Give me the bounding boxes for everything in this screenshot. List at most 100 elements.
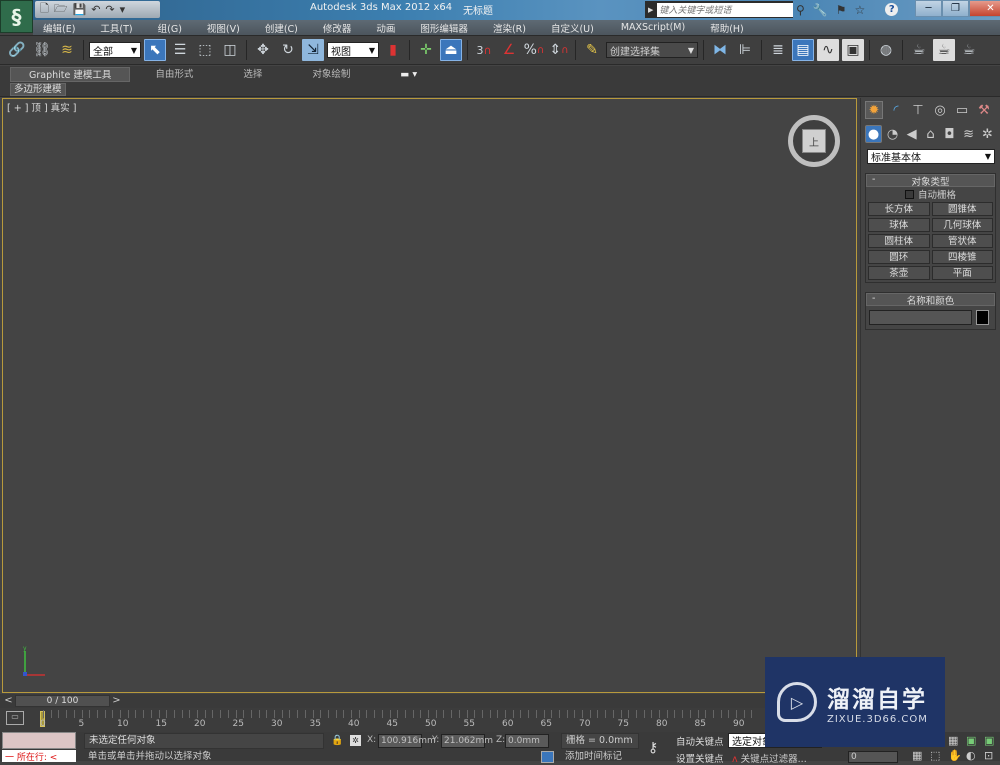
align-icon[interactable]: ⊫ xyxy=(734,39,756,61)
z-coordinate-field[interactable]: 0.0mm xyxy=(505,734,549,748)
rotate-icon[interactable]: ↻ xyxy=(277,39,299,61)
track-bar[interactable]: ▭ 0 5 10 15 20 25 30 35 40 45 50 55 60 65 70 75 80 85 90 xyxy=(0,708,765,732)
redo-icon[interactable]: ↷ xyxy=(105,3,114,16)
save-icon[interactable]: 💾 xyxy=(73,3,87,16)
orbit-icon[interactable]: ◐ xyxy=(966,749,976,762)
new-file-icon[interactable]: 🗋 xyxy=(40,0,49,19)
add-time-tag[interactable]: 添加时间标记 xyxy=(561,751,639,763)
x-coordinate-field[interactable]: 100.916mm xyxy=(378,734,436,748)
utilities-tab-icon[interactable]: ⚒ xyxy=(975,101,993,119)
ribbon-options-icon[interactable]: ▬ ▾ xyxy=(375,67,442,82)
material-editor-icon[interactable]: ◍ xyxy=(875,39,897,61)
plane-button[interactable]: 平面 xyxy=(931,266,993,280)
zoom-extents-selected-icon[interactable]: ▣ xyxy=(984,734,994,747)
object-color-swatch[interactable] xyxy=(976,310,989,325)
percent-snap-icon[interactable]: % ∩ xyxy=(523,39,545,61)
time-slider-thumb[interactable]: 0 / 100 xyxy=(15,695,110,707)
viewcube[interactable]: 上 xyxy=(788,115,840,167)
cylinder-button[interactable]: 圆柱体 xyxy=(868,234,930,248)
tab-selection[interactable]: 选择 xyxy=(218,67,287,82)
selection-lock-icon[interactable]: 🔒 xyxy=(331,735,343,746)
render-setup-icon[interactable]: ☕ xyxy=(908,39,930,61)
tab-graphite-modeling[interactable]: Graphite 建模工具 xyxy=(10,66,131,82)
lights-icon[interactable]: ◀ xyxy=(903,125,920,143)
rectangular-selection-icon[interactable]: ⬚ xyxy=(194,39,216,61)
y-coordinate-field[interactable]: 21.062mm xyxy=(441,734,493,748)
satellite-icon[interactable]: ⚑ xyxy=(836,3,847,17)
menu-edit[interactable]: 编辑(E) xyxy=(33,21,90,35)
graphite-toggle-icon[interactable]: ▤ xyxy=(792,39,814,61)
torus-button[interactable]: 圆环 xyxy=(868,250,930,264)
spinner-snap-icon[interactable]: ⇕ ∩ xyxy=(548,39,570,61)
rendered-frame-window-icon[interactable]: ☕ xyxy=(933,39,955,61)
menu-tools[interactable]: 工具(T) xyxy=(90,21,147,35)
selection-filter-dropdown[interactable]: 全部 ▼ xyxy=(89,42,141,58)
zoom-extents-all-icon[interactable]: ▣ xyxy=(966,734,976,747)
window-crossing-icon[interactable]: ◫ xyxy=(219,39,241,61)
viewport-label[interactable]: [ + ] 顶 ] 真实 ] xyxy=(7,100,76,114)
time-tag-icon[interactable] xyxy=(541,751,554,763)
cameras-icon[interactable]: ⌂ xyxy=(922,125,939,143)
set-key-button[interactable]: 设置关键点 xyxy=(676,751,724,765)
select-object-icon[interactable]: ⬉ xyxy=(144,39,166,61)
zoom-extents-icon[interactable]: ▦ xyxy=(912,749,922,762)
tab-object-paint[interactable]: 对象绘制 xyxy=(287,67,375,82)
object-name-input[interactable] xyxy=(869,310,972,325)
schematic-view-icon[interactable]: ▣ xyxy=(842,39,864,61)
keyboard-shortcut-override-icon[interactable]: ⏏ xyxy=(440,39,462,61)
binoculars-icon[interactable]: ⚲ xyxy=(796,3,805,17)
hierarchy-tab-icon[interactable]: ⊤ xyxy=(909,101,927,119)
pan-view-icon[interactable]: ✋ xyxy=(948,749,962,762)
pivot-center-icon[interactable]: ▮ xyxy=(382,39,404,61)
tab-freeform[interactable]: 自由形式 xyxy=(130,67,218,82)
menu-rendering[interactable]: 渲染(R) xyxy=(483,21,541,35)
viewcube-top-face[interactable]: 上 xyxy=(802,129,826,153)
customize-qat-icon[interactable]: ▾ xyxy=(120,3,126,16)
mini-curve-editor-icon[interactable]: ▭ xyxy=(6,711,24,725)
time-slider-next-button[interactable]: > xyxy=(110,695,123,707)
geosphere-button[interactable]: 几何球体 xyxy=(931,218,993,232)
curve-editor-icon[interactable]: ∿ xyxy=(817,39,839,61)
render-production-icon[interactable]: ☕ xyxy=(958,39,980,61)
close-button[interactable]: ✕ xyxy=(969,0,1000,17)
shapes-icon[interactable]: ◔ xyxy=(884,125,901,143)
panel-polygon-modeling[interactable]: 多边形建模 xyxy=(10,83,66,96)
select-by-name-icon[interactable]: ☰ xyxy=(169,39,191,61)
minimize-button[interactable]: ─ xyxy=(915,0,942,17)
auto-key-button[interactable]: 自动关键点 xyxy=(676,734,724,748)
wrench-icon[interactable]: 🔧 xyxy=(813,3,828,17)
app-logo-icon[interactable]: § xyxy=(0,0,33,33)
unlink-icon[interactable]: ⛓ xyxy=(31,39,53,61)
angle-snap-icon[interactable]: ∠ xyxy=(498,39,520,61)
expand-search-icon[interactable]: ▶ xyxy=(648,6,653,14)
set-key-icon[interactable]: ⚷ xyxy=(648,740,658,756)
systems-icon[interactable]: ✲ xyxy=(979,125,996,143)
menu-animation[interactable]: 动画 xyxy=(366,21,410,35)
menu-create[interactable]: 创建(C) xyxy=(255,21,313,35)
geometry-icon[interactable]: ● xyxy=(865,125,883,143)
box-button[interactable]: 长方体 xyxy=(868,202,930,216)
scale-icon[interactable]: ⇲ xyxy=(302,39,324,61)
layer-manager-icon[interactable]: ≣ xyxy=(767,39,789,61)
undo-icon[interactable]: ↶ xyxy=(91,3,100,16)
reference-coordinate-dropdown[interactable]: 视图 ▼ xyxy=(327,42,379,58)
maximize-viewport-icon[interactable]: ⊡ xyxy=(984,749,993,762)
key-filters-button[interactable]: ʌ 关键点过滤器... xyxy=(732,751,807,765)
display-tab-icon[interactable]: ▭ xyxy=(953,101,971,119)
menu-views[interactable]: 视图(V) xyxy=(197,21,255,35)
menu-modifiers[interactable]: 修改器 xyxy=(313,21,367,35)
star-icon[interactable]: ☆ xyxy=(855,3,866,17)
help-icon[interactable]: ? xyxy=(885,3,899,16)
link-icon[interactable]: 🔗 xyxy=(6,39,28,61)
search-input[interactable] xyxy=(657,2,793,17)
edit-named-selection-icon[interactable]: ✎ xyxy=(581,39,603,61)
bind-space-warp-icon[interactable]: ≋ xyxy=(56,39,78,61)
menu-graph-editors[interactable]: 图形编辑器 xyxy=(410,21,483,35)
pyramid-button[interactable]: 四棱锥 xyxy=(931,250,993,264)
field-of-view-icon[interactable]: ⬚ xyxy=(930,749,940,762)
restore-button[interactable]: ❐ xyxy=(942,0,969,17)
autogrid-checkbox[interactable] xyxy=(904,189,914,199)
name-color-header[interactable]: - 名称和颜色 xyxy=(866,293,995,307)
maxscript-listener-mini[interactable] xyxy=(2,732,76,749)
motion-tab-icon[interactable]: ◎ xyxy=(931,101,949,119)
